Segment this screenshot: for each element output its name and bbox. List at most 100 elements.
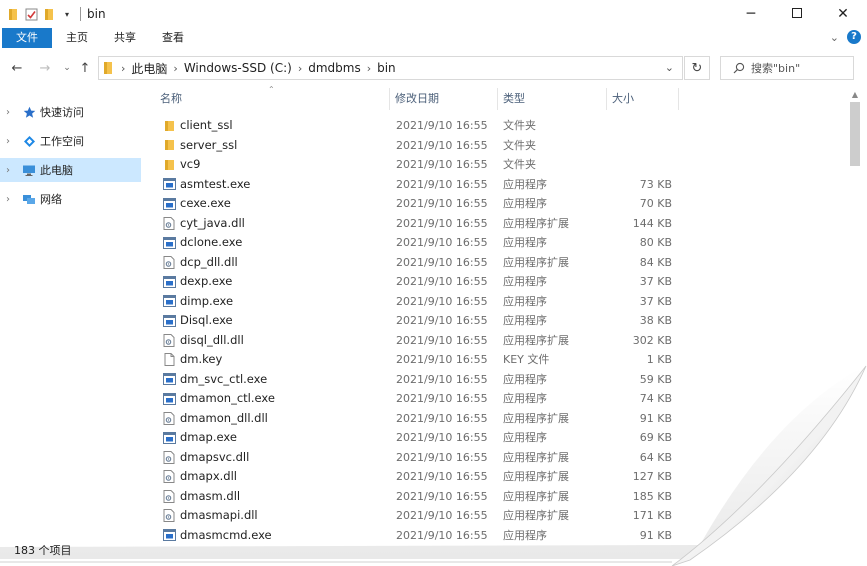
file-row[interactable]: dmamon_ctl.exe 2021/9/10 16:55 应用程序 74 KB bbox=[156, 389, 846, 409]
up-button[interactable]: ↑ bbox=[76, 52, 94, 84]
search-icon bbox=[733, 62, 745, 74]
file-row[interactable]: asmtest.exe 2021/9/10 16:55 应用程序 73 KB bbox=[156, 175, 846, 195]
file-size: 91 KB bbox=[639, 528, 672, 542]
sidebar-item-network[interactable]: › 网络 bbox=[0, 187, 146, 211]
tab-home[interactable]: 主页 bbox=[54, 28, 100, 48]
new-folder-icon[interactable] bbox=[42, 7, 56, 21]
file-row[interactable]: dcp_dll.dll 2021/9/10 16:55 应用程序扩展 84 KB bbox=[156, 253, 846, 273]
file-name: Disql.exe bbox=[180, 313, 233, 327]
file-type: 应用程序扩展 bbox=[503, 255, 569, 269]
network-icon bbox=[22, 192, 36, 206]
sidebar-item-workspace[interactable]: › 工作空间 bbox=[0, 129, 146, 153]
file-date: 2021/9/10 16:55 bbox=[396, 216, 488, 230]
file-row[interactable]: dm_svc_ctl.exe 2021/9/10 16:55 应用程序 59 KB bbox=[156, 370, 846, 390]
file-date: 2021/9/10 16:55 bbox=[396, 197, 488, 210]
file-row[interactable]: cyt_java.dll 2021/9/10 16:55 应用程序扩展 144 KB bbox=[156, 214, 846, 234]
file-date: 2021/9/10 16:55 bbox=[396, 177, 488, 191]
tab-share[interactable]: 共享 bbox=[102, 28, 148, 48]
breadcrumb-this-pc[interactable]: 此电脑 bbox=[131, 60, 167, 77]
file-row[interactable]: client_ssl 2021/9/10 16:55 文件夹 bbox=[156, 116, 846, 136]
dll-icon bbox=[162, 409, 176, 429]
column-header-size[interactable]: 大小 bbox=[612, 88, 672, 110]
back-button[interactable]: ← bbox=[8, 52, 26, 84]
column-header-date[interactable]: 修改日期 bbox=[395, 88, 495, 110]
maximize-button[interactable] bbox=[774, 0, 820, 28]
customize-toolbar-dropdown-icon[interactable]: ▾ bbox=[60, 7, 74, 21]
file-size: 73 KB bbox=[639, 177, 672, 191]
file-type: 文件夹 bbox=[503, 158, 536, 171]
column-header-type[interactable]: 类型 bbox=[503, 88, 603, 110]
exe-icon bbox=[162, 389, 176, 409]
vertical-scrollbar[interactable]: ▲ bbox=[848, 88, 862, 558]
help-icon[interactable]: ? bbox=[847, 30, 861, 44]
breadcrumb-dmdbms[interactable]: dmdbms bbox=[308, 61, 360, 75]
column-divider[interactable] bbox=[606, 88, 607, 110]
file-date: 2021/9/10 16:55 bbox=[396, 314, 488, 327]
file-size: 302 KB bbox=[632, 333, 672, 347]
tab-view[interactable]: 查看 bbox=[150, 28, 196, 48]
scrollbar-thumb[interactable] bbox=[850, 102, 860, 166]
refresh-button[interactable]: ↻ bbox=[684, 56, 710, 80]
file-row[interactable]: dmasmapi.dll 2021/9/10 16:55 应用程序扩展 171 KB bbox=[156, 506, 846, 526]
file-type: 应用程序 bbox=[503, 236, 547, 249]
file-row[interactable]: dmapsvc.dll 2021/9/10 16:55 应用程序扩展 64 KB bbox=[156, 448, 846, 468]
address-bar[interactable]: › 此电脑 › Windows-SSD (C:) › dmdbms › bin … bbox=[98, 56, 683, 80]
file-row[interactable]: dexp.exe 2021/9/10 16:55 应用程序 37 KB bbox=[156, 272, 846, 292]
file-name: server_ssl bbox=[180, 137, 238, 152]
chevron-right-icon[interactable]: › bbox=[6, 107, 18, 118]
search-box[interactable]: 搜索"bin" bbox=[720, 56, 854, 80]
expand-ribbon-icon[interactable]: ⌄ bbox=[830, 31, 839, 44]
column-divider[interactable] bbox=[389, 88, 390, 110]
breadcrumb-bin[interactable]: bin bbox=[377, 61, 396, 75]
file-icon bbox=[162, 350, 176, 370]
chevron-right-icon[interactable]: › bbox=[6, 136, 18, 147]
minimize-button[interactable]: ─ bbox=[728, 0, 774, 28]
forward-button[interactable]: → bbox=[36, 52, 54, 84]
tab-file[interactable]: 文件 bbox=[2, 28, 52, 48]
file-name: dmapx.dll bbox=[180, 469, 238, 483]
file-row[interactable]: dm.key 2021/9/10 16:55 KEY 文件 1 KB bbox=[156, 350, 846, 370]
file-name: dmasmcmd.exe bbox=[180, 527, 272, 542]
status-item-count: 183 个项目 bbox=[14, 544, 72, 557]
chevron-right-icon[interactable]: › bbox=[6, 165, 18, 176]
file-row[interactable]: dmasm.dll 2021/9/10 16:55 应用程序扩展 185 KB bbox=[156, 487, 846, 507]
file-name: dmap.exe bbox=[180, 430, 237, 444]
file-row[interactable]: dclone.exe 2021/9/10 16:55 应用程序 80 KB bbox=[156, 233, 846, 253]
file-type: 文件夹 bbox=[503, 138, 536, 152]
star-icon bbox=[22, 105, 36, 119]
close-icon: ✕ bbox=[837, 6, 849, 22]
file-row[interactable]: dmap.exe 2021/9/10 16:55 应用程序 69 KB bbox=[156, 428, 846, 448]
file-row[interactable]: dimp.exe 2021/9/10 16:55 应用程序 37 KB bbox=[156, 292, 846, 312]
exe-icon bbox=[162, 292, 176, 312]
file-size: 64 KB bbox=[639, 450, 672, 464]
file-type: 应用程序扩展 bbox=[503, 470, 569, 483]
exe-icon bbox=[162, 175, 176, 195]
maximize-icon bbox=[792, 6, 802, 22]
recent-locations-button[interactable]: ⌄ bbox=[58, 52, 76, 84]
scroll-up-icon[interactable]: ▲ bbox=[848, 88, 862, 102]
column-divider[interactable] bbox=[678, 88, 679, 110]
folder-icon bbox=[6, 7, 20, 21]
sidebar-item-this-pc[interactable]: › 此电脑 bbox=[0, 158, 141, 182]
file-row[interactable]: cexe.exe 2021/9/10 16:55 应用程序 70 KB bbox=[156, 194, 846, 214]
sidebar-item-label: 网络 bbox=[40, 193, 62, 206]
column-divider[interactable] bbox=[497, 88, 498, 110]
chevron-right-icon[interactable]: › bbox=[6, 194, 18, 205]
sidebar-item-quick-access[interactable]: › 快速访问 bbox=[0, 100, 146, 124]
address-history-dropdown-icon[interactable]: ⌄ bbox=[665, 61, 674, 74]
file-row[interactable]: vc9 2021/9/10 16:55 文件夹 bbox=[156, 155, 846, 175]
forward-arrow-icon: → bbox=[39, 60, 51, 76]
properties-icon[interactable] bbox=[24, 7, 38, 21]
file-row[interactable]: dmapx.dll 2021/9/10 16:55 应用程序扩展 127 KB bbox=[156, 467, 846, 487]
file-row[interactable]: server_ssl 2021/9/10 16:55 文件夹 bbox=[156, 136, 846, 156]
close-button[interactable]: ✕ bbox=[820, 0, 866, 28]
breadcrumb-drive[interactable]: Windows-SSD (C:) bbox=[184, 61, 292, 75]
dll-icon bbox=[162, 448, 176, 468]
file-row[interactable]: disql_dll.dll 2021/9/10 16:55 应用程序扩展 302 KB bbox=[156, 331, 846, 351]
file-row[interactable]: Disql.exe 2021/9/10 16:55 应用程序 38 KB bbox=[156, 311, 846, 331]
column-header-name[interactable]: 名称 bbox=[160, 88, 388, 110]
explorer-window: ▾ bin ─ ✕ 文件 主页 共享 查看 ⌄ ? ← → ⌄ ↑ › 此电脑 bbox=[0, 0, 867, 566]
file-name: cexe.exe bbox=[180, 196, 231, 210]
file-row[interactable]: dmasmcmd.exe 2021/9/10 16:55 应用程序 91 KB bbox=[156, 526, 846, 546]
file-row[interactable]: dmamon_dll.dll 2021/9/10 16:55 应用程序扩展 91 KB bbox=[156, 409, 846, 429]
